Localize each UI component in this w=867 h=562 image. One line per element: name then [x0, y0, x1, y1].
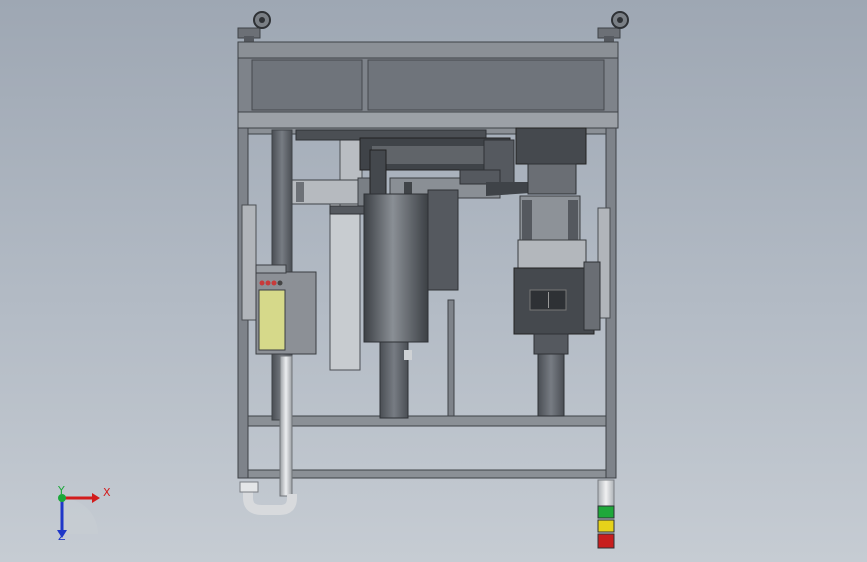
signal-light-green — [597, 505, 615, 519]
y-axis-label: Y — [58, 484, 65, 497]
control-box-label-panel — [258, 289, 286, 351]
signal-light-yellow — [597, 519, 615, 533]
machine-model-drawing[interactable] — [0, 0, 867, 562]
z-axis-label: Z — [58, 530, 66, 543]
x-axis-label: X — [103, 486, 111, 499]
signal-light-red — [597, 533, 615, 549]
signal-tower — [597, 479, 615, 549]
left-lifting-eye — [237, 11, 271, 42]
top-header-frame — [237, 41, 619, 129]
right-motor-assembly — [513, 127, 601, 417]
main-vertical-cylinder — [363, 189, 459, 419]
cad-graphics-viewport[interactable]: X Y Z — [0, 0, 867, 562]
vertical-guide-plate — [329, 139, 363, 371]
x-axis-arrowhead — [92, 493, 100, 503]
electrical-control-box — [255, 264, 317, 355]
right-lifting-eye — [597, 11, 629, 42]
horizontal-air-cylinder — [291, 177, 373, 207]
